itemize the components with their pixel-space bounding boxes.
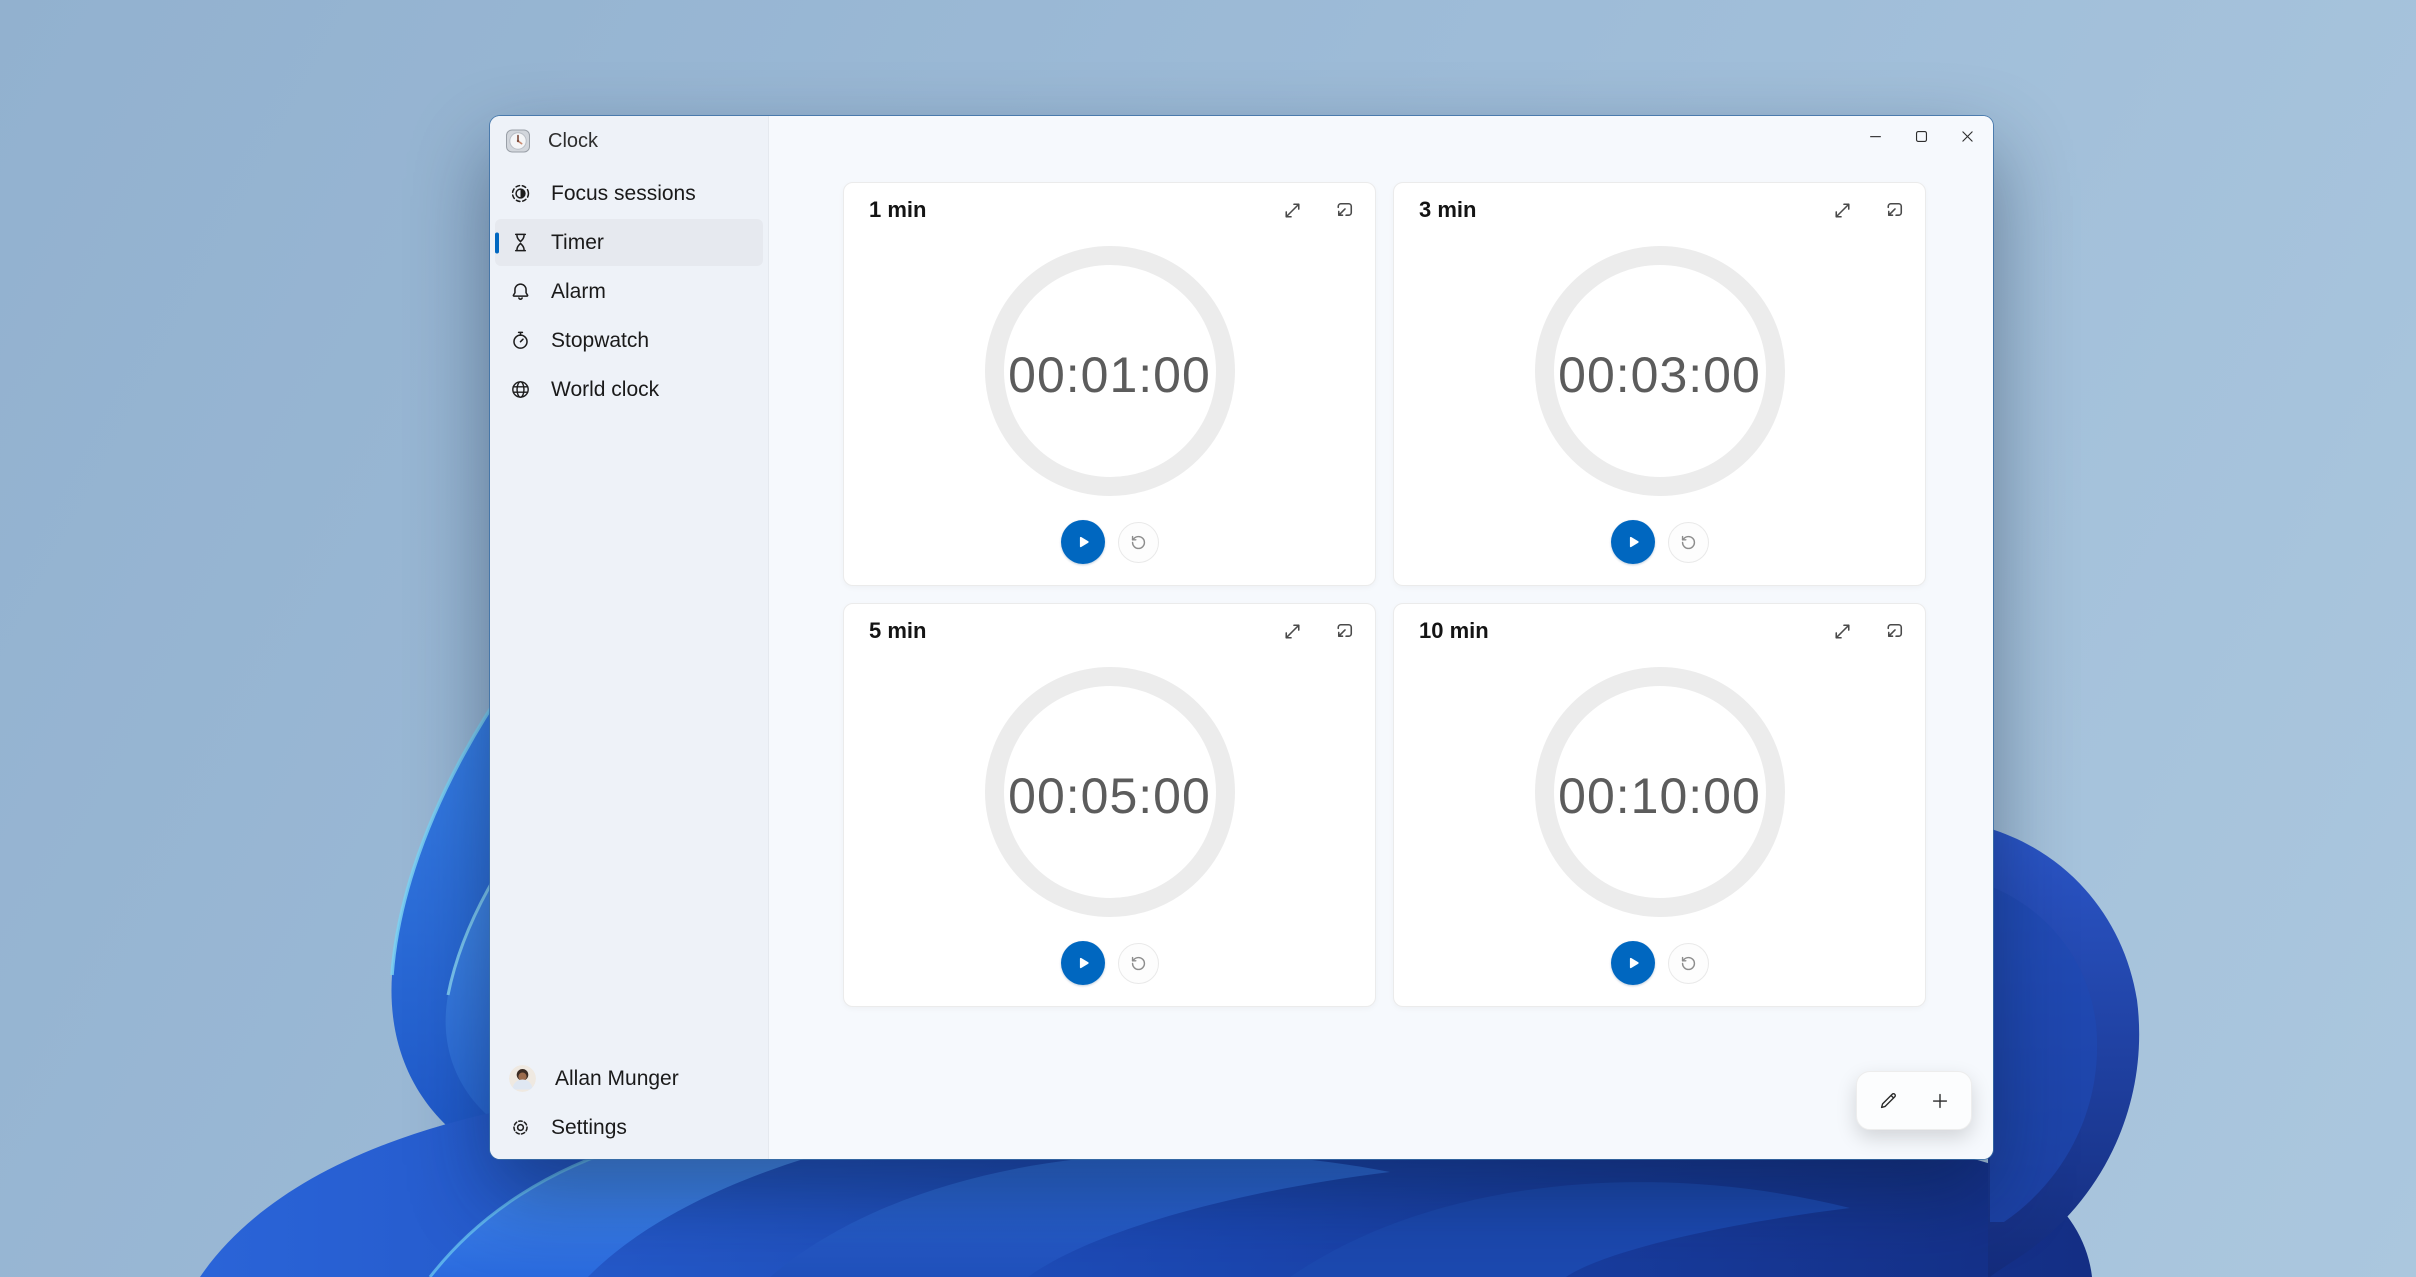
window-caption-buttons [1852,116,1990,156]
desktop: Clock Focus sessions [0,0,2416,1277]
timer-card-title: 10 min [1419,618,1489,644]
expand-button[interactable] [1827,616,1857,646]
sidebar-item-label: Stopwatch [551,329,649,353]
reset-icon [1129,533,1148,552]
reset-button[interactable] [1118,522,1159,563]
play-button[interactable] [1611,520,1655,564]
popout-icon [1882,619,1907,644]
sidebar-item-focus-sessions[interactable]: Focus sessions [495,170,763,217]
selection-indicator [495,232,499,253]
sidebar-item-stopwatch[interactable]: Stopwatch [495,317,763,364]
play-icon [1073,953,1093,973]
timer-card-10min[interactable]: 10 min [1393,603,1926,1007]
timer-time: 00:03:00 [1394,346,1925,404]
titlebar-app-area: Clock [490,116,768,162]
sidebar-item-label: Timer [551,231,604,255]
maximize-button[interactable] [1898,116,1944,156]
timer-card-5min[interactable]: 5 min [843,603,1376,1007]
play-button[interactable] [1061,941,1105,985]
sidebar-item-alarm[interactable]: Alarm [495,268,763,315]
avatar [509,1065,536,1092]
expand-button[interactable] [1277,195,1307,225]
popout-icon [1882,198,1907,223]
settings-label: Settings [551,1116,627,1140]
timer-card-title: 5 min [869,618,926,644]
minimize-icon [1867,128,1884,145]
app-title: Clock [548,130,598,153]
sidebar-nav: Focus sessions Timer [490,162,768,413]
sidebar-item-label: World clock [551,378,659,402]
timer-time: 00:01:00 [844,346,1375,404]
clock-app-icon [505,128,531,154]
play-icon [1073,532,1093,552]
expand-button[interactable] [1277,616,1307,646]
timer-card-1min[interactable]: 1 min [843,182,1376,586]
expand-icon [1280,198,1305,223]
popout-button[interactable] [1879,616,1909,646]
reset-button[interactable] [1668,522,1709,563]
timer-time: 00:05:00 [844,767,1375,825]
expand-icon [1280,619,1305,644]
play-button[interactable] [1611,941,1655,985]
popout-icon [1332,619,1357,644]
user-account-row[interactable]: Allan Munger [495,1055,763,1102]
timer-card-3min[interactable]: 3 min [1393,182,1926,586]
main-content: 1 min [769,116,1993,1159]
play-icon [1623,532,1643,552]
expand-icon [1830,198,1855,223]
focus-sessions-icon [509,182,532,205]
sidebar-item-timer[interactable]: Timer [495,219,763,266]
bell-icon [509,280,532,303]
stopwatch-icon [509,329,532,352]
add-timer-button[interactable] [1918,1081,1962,1121]
globe-icon [509,378,532,401]
sidebar-item-label: Focus sessions [551,182,696,206]
sidebar-item-world-clock[interactable]: World clock [495,366,763,413]
expand-icon [1830,619,1855,644]
sidebar: Clock Focus sessions [490,116,769,1159]
timer-card-title: 1 min [869,197,926,223]
minimize-button[interactable] [1852,116,1898,156]
close-button[interactable] [1944,116,1990,156]
play-button[interactable] [1061,520,1105,564]
user-name: Allan Munger [555,1067,679,1091]
popout-button[interactable] [1329,195,1359,225]
sidebar-item-settings[interactable]: Settings [495,1104,763,1151]
popout-icon [1332,198,1357,223]
pencil-icon [1877,1090,1899,1112]
maximize-icon [1913,128,1930,145]
play-icon [1623,953,1643,973]
reset-button[interactable] [1118,943,1159,984]
hourglass-icon [509,231,532,254]
plus-icon [1929,1090,1951,1112]
gear-icon [509,1116,532,1139]
reset-icon [1679,954,1698,973]
popout-button[interactable] [1329,616,1359,646]
timer-card-title: 3 min [1419,197,1476,223]
popout-button[interactable] [1879,195,1909,225]
timer-time: 00:10:00 [1394,767,1925,825]
expand-button[interactable] [1827,195,1857,225]
close-icon [1959,128,1976,145]
reset-icon [1129,954,1148,973]
reset-button[interactable] [1668,943,1709,984]
edit-timers-button[interactable] [1866,1081,1910,1121]
sidebar-item-label: Alarm [551,280,606,304]
timers-toolbar [1856,1071,1972,1130]
sidebar-footer: Allan Munger Settings [495,1053,763,1153]
timer-cards-grid: 1 min [843,182,1926,1007]
clock-window: Clock Focus sessions [490,116,1993,1159]
reset-icon [1679,533,1698,552]
